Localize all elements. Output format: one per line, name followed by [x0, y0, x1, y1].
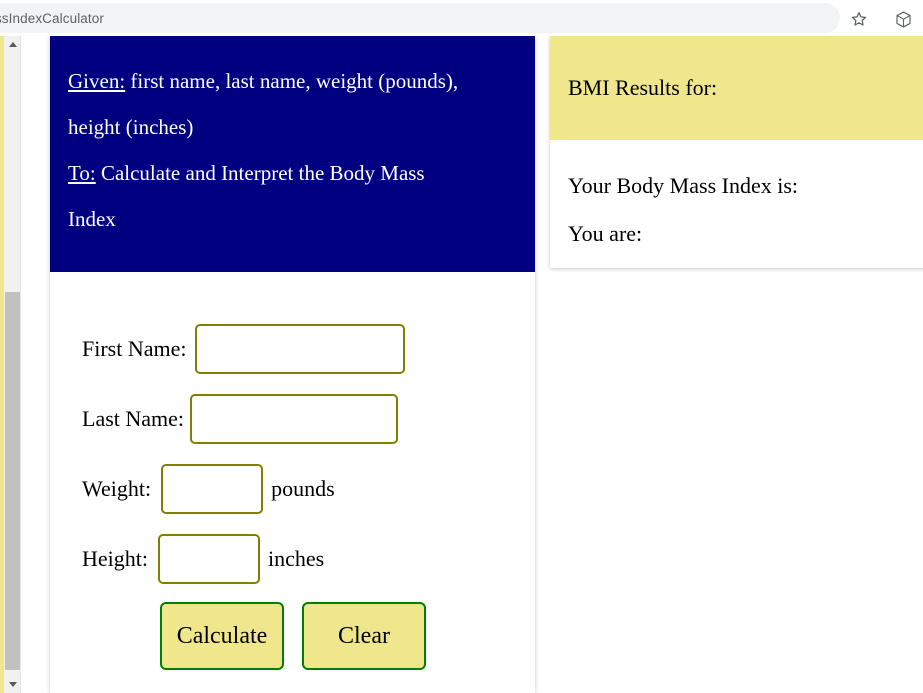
height-unit-label: inches [268, 546, 325, 571]
bookmark-star-icon[interactable] [848, 8, 870, 30]
instructions-to-keyword: To: [68, 161, 96, 185]
last-name-input[interactable] [190, 394, 399, 444]
form-button-row: Calculate Clear [160, 602, 535, 670]
bmi-value-line: Your Body Mass Index is: [568, 173, 799, 198]
first-name-input[interactable] [194, 324, 405, 374]
results-card: BMI Results for: Your Body Mass Index is… [550, 36, 923, 268]
height-row: Height: inches [82, 532, 535, 586]
first-name-row: First Name: [82, 322, 535, 376]
weight-unit-label: pounds [271, 476, 335, 501]
vertical-scrollbar[interactable] [4, 36, 21, 693]
calculate-button[interactable]: Calculate [160, 602, 284, 670]
scrollbar-thumb[interactable] [5, 292, 20, 670]
scroll-down-arrow-icon[interactable] [4, 676, 21, 693]
results-header-label: BMI Results for: [568, 75, 718, 100]
instructions-line-given: Given: first name, last name, weight (po… [68, 58, 517, 104]
instructions-line-index: Index [68, 207, 116, 231]
weight-row: Weight: pounds [82, 462, 535, 516]
first-name-label: First Name: [82, 336, 187, 361]
weight-label: Weight: [82, 476, 152, 501]
last-name-row: Last Name: [82, 392, 535, 446]
scroll-up-arrow-icon[interactable] [4, 36, 21, 53]
weight-input[interactable] [161, 464, 264, 514]
address-bar[interactable]: MassIndexCalculator [0, 3, 840, 33]
page-content: Given: first name, last name, weight (po… [22, 36, 923, 693]
instructions-given-text: first name, last name, weight (pounds), [125, 69, 459, 93]
height-label: Height: [82, 546, 148, 571]
height-input[interactable] [158, 534, 260, 584]
last-name-label: Last Name: [82, 406, 185, 431]
page-viewport: Given: first name, last name, weight (po… [0, 36, 923, 693]
bmi-form: First Name: Last Name: Weight: pounds He… [50, 272, 535, 693]
instructions-line-to: To: Calculate and Interpret the Body Mas… [68, 150, 517, 196]
instructions-given-keyword: Given: [68, 69, 126, 93]
results-header: BMI Results for: [550, 36, 923, 140]
results-body: Your Body Mass Index is: You are: [550, 140, 923, 268]
bmi-category-line: You are: [568, 221, 643, 246]
instructions-panel: Given: first name, last name, weight (po… [50, 36, 535, 272]
address-bar-url-text: MassIndexCalculator [0, 10, 104, 26]
instructions-to-text: Calculate and Interpret the Body Mass [95, 161, 425, 185]
extensions-cube-icon[interactable] [892, 8, 914, 30]
instructions-line-height: height (inches) [68, 115, 194, 139]
browser-toolbar: MassIndexCalculator [0, 0, 923, 36]
clear-button[interactable]: Clear [302, 602, 426, 670]
